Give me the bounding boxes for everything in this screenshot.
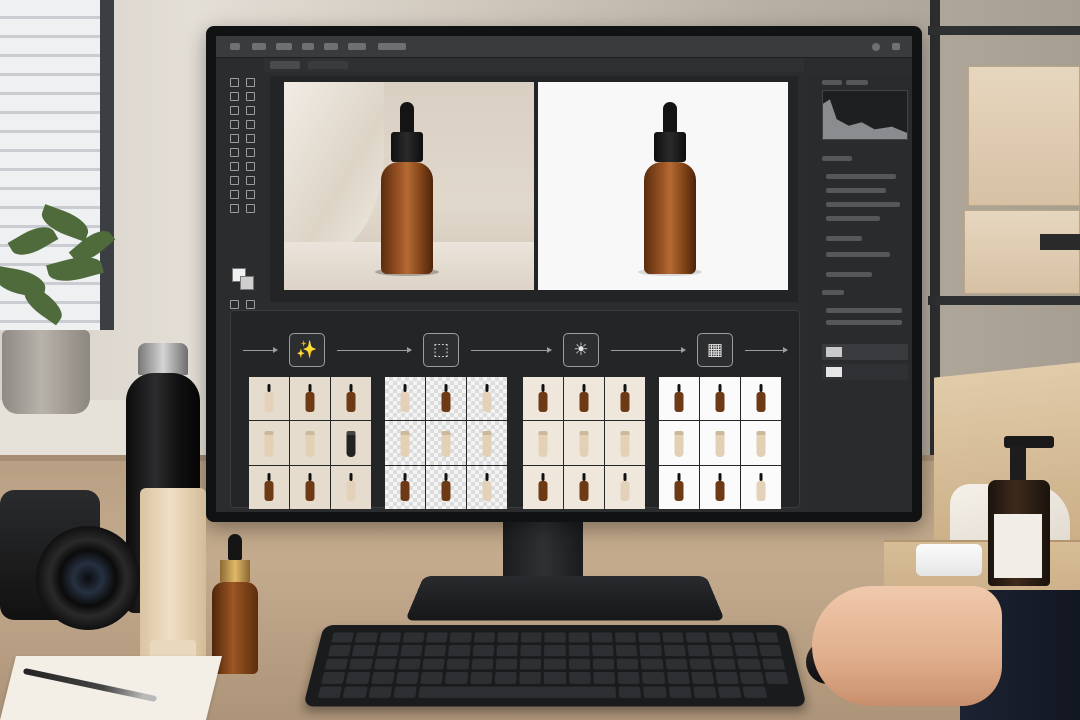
type-tool-icon[interactable] — [246, 176, 255, 185]
brightness-icon[interactable]: ☀ — [563, 333, 599, 367]
healing-brush-icon[interactable] — [230, 120, 239, 129]
screen-mode-icon[interactable] — [246, 300, 255, 309]
final-white-background-grid[interactable] — [659, 377, 781, 509]
amber-dropper-bottle-desk — [210, 534, 260, 674]
document-tab-bar — [264, 58, 804, 72]
tools-panel — [222, 78, 262, 288]
eraser-tool-icon[interactable] — [230, 148, 239, 157]
amber-dropper-bottle — [381, 102, 433, 278]
camera-lens — [36, 526, 140, 630]
history-brush-icon[interactable] — [246, 134, 255, 143]
arrow-right-icon — [745, 350, 787, 351]
original-product-grid[interactable] — [249, 377, 371, 509]
fabric-drape — [284, 82, 384, 257]
after-photo-white-background[interactable] — [538, 82, 788, 290]
photo-editor-screen: ✨ ⬚ ☀ ▦ — [216, 36, 912, 512]
workspace-icon[interactable] — [892, 43, 900, 50]
layer-row[interactable] — [822, 344, 908, 360]
arrow-right-icon — [471, 350, 551, 351]
monitor: ✨ ⬚ ☀ ▦ — [206, 26, 922, 522]
magic-wand-icon[interactable]: ✨ — [289, 333, 325, 367]
menu-item[interactable] — [378, 43, 406, 50]
document-tab[interactable] — [270, 61, 300, 69]
brush-tool-icon[interactable] — [246, 120, 255, 129]
editor-menu-bar — [216, 36, 912, 58]
monitor-base — [405, 576, 725, 621]
layer-controls[interactable] — [826, 308, 902, 313]
adjustment-slider[interactable] — [826, 174, 896, 179]
adjustment-slider[interactable] — [826, 202, 900, 207]
grid-layout-icon[interactable]: ▦ — [697, 333, 733, 367]
arrow-right-icon — [337, 350, 411, 351]
adjustment-slider[interactable] — [826, 188, 886, 193]
amber-dropper-bottle — [644, 102, 696, 278]
menu-item[interactable] — [276, 43, 292, 50]
hand-tool-icon[interactable] — [230, 204, 239, 213]
camera — [0, 470, 140, 630]
keyboard[interactable] — [303, 625, 807, 706]
menu-item[interactable] — [252, 43, 266, 50]
crop-tool-icon[interactable] — [230, 106, 239, 115]
arrow-right-icon — [611, 350, 685, 351]
menu-item[interactable] — [324, 43, 338, 50]
quick-mask-icon[interactable] — [230, 300, 239, 309]
selection-cursor-icon[interactable]: ⬚ — [423, 333, 459, 367]
zoom-tool-icon[interactable] — [246, 204, 255, 213]
path-select-icon[interactable] — [230, 190, 239, 199]
window-frame — [100, 0, 114, 330]
pump-bottle — [988, 436, 1054, 586]
arrow-right-icon — [243, 350, 277, 351]
shape-tool-icon[interactable] — [246, 190, 255, 199]
hand-on-mouse — [812, 586, 1002, 706]
layers-tab[interactable] — [822, 290, 844, 295]
cream-jar — [916, 544, 982, 576]
batch-workflow-panel: ✨ ⬚ ☀ ▦ — [230, 310, 800, 508]
dodge-tool-icon[interactable] — [246, 162, 255, 171]
pen-tool-icon[interactable] — [230, 176, 239, 185]
lasso-tool-icon[interactable] — [230, 92, 239, 101]
search-icon[interactable] — [872, 43, 880, 51]
adjustment-slider[interactable] — [826, 216, 880, 221]
canvas-compare-view[interactable] — [270, 76, 798, 302]
background-color-swatch[interactable] — [240, 276, 254, 290]
layer-controls[interactable] — [826, 320, 902, 325]
clone-stamp-icon[interactable] — [230, 134, 239, 143]
before-photo[interactable] — [284, 82, 534, 290]
blur-tool-icon[interactable] — [230, 162, 239, 171]
document-tab[interactable] — [308, 61, 348, 69]
app-logo-icon[interactable] — [230, 43, 240, 50]
background-removed-grid[interactable] — [385, 377, 507, 509]
menu-item[interactable] — [302, 43, 314, 50]
move-tool-icon[interactable] — [230, 78, 239, 87]
eyedropper-tool-icon[interactable] — [246, 106, 255, 115]
histogram-panel — [822, 90, 908, 140]
marquee-tool-icon[interactable] — [246, 78, 255, 87]
menu-item[interactable] — [348, 43, 366, 50]
navigator-tab[interactable] — [846, 80, 868, 85]
histogram-tab[interactable] — [822, 80, 842, 85]
gradient-tool-icon[interactable] — [246, 148, 255, 157]
color-corrected-grid[interactable] — [523, 377, 645, 509]
quick-select-tool-icon[interactable] — [246, 92, 255, 101]
